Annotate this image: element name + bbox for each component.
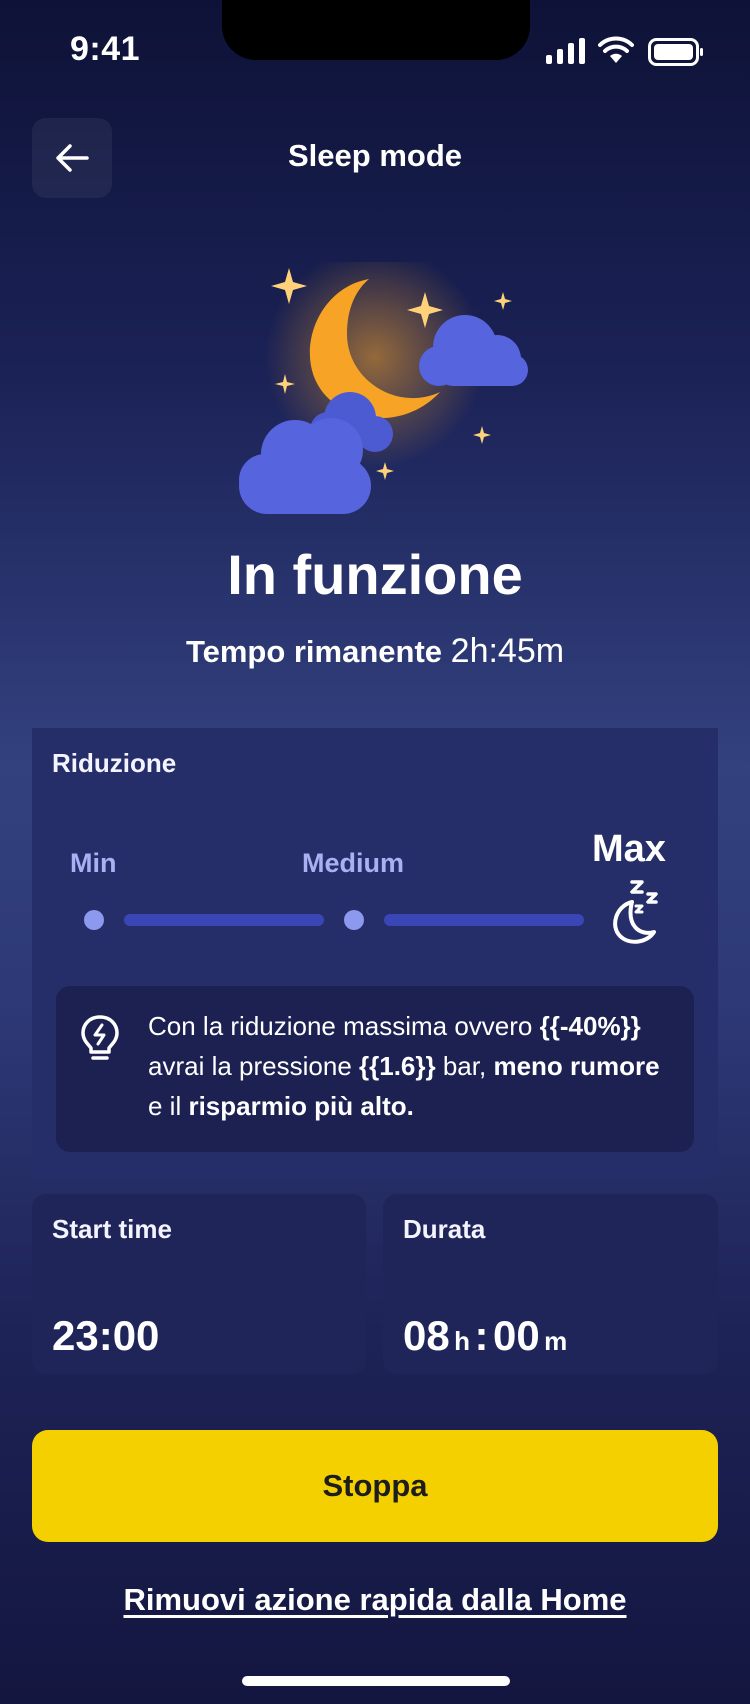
sleep-moon-icon[interactable] xyxy=(602,878,666,948)
remaining-time: Tempo rimanente 2h:45m xyxy=(0,632,750,671)
tip-text-2: avrai la pressione xyxy=(148,1051,359,1081)
bulb-icon xyxy=(81,1015,119,1060)
tip-text-3: bar, xyxy=(435,1051,494,1081)
stop-button[interactable]: Stoppa xyxy=(32,1430,718,1542)
tip-text-4: e il xyxy=(148,1091,189,1121)
duration-hours-unit: h xyxy=(454,1326,471,1356)
level-track-2 xyxy=(384,914,584,926)
remaining-value: 2h:45m xyxy=(450,632,565,670)
device-notch xyxy=(222,0,530,60)
level-min-label[interactable]: Min xyxy=(70,848,117,879)
level-min-dot[interactable] xyxy=(84,910,104,930)
start-time-card[interactable]: Start time 23:00 xyxy=(32,1194,366,1374)
reduction-label: Riduzione xyxy=(52,748,177,778)
duration-card[interactable]: Durata 08 h : 00 m xyxy=(383,1194,718,1374)
level-track-1 xyxy=(124,914,324,926)
tip-reduction-value: {{-40%}} xyxy=(539,1011,641,1041)
tip-text-1: Con la riduzione massima ovvero xyxy=(148,1011,540,1041)
duration-minutes-unit: m xyxy=(544,1326,568,1356)
start-time-value: 23:00 xyxy=(52,1312,160,1359)
page-title: Sleep mode xyxy=(288,138,462,173)
tip-text: Con la riduzione massima ovvero {{-40%}}… xyxy=(148,1006,678,1126)
reduction-tip: Con la riduzione massima ovvero {{-40%}}… xyxy=(56,986,694,1152)
level-medium-label[interactable]: Medium xyxy=(302,848,404,879)
duration-minutes: 00 xyxy=(492,1312,540,1359)
duration-label: Durata xyxy=(403,1214,486,1244)
duration-hours: 08 xyxy=(403,1312,450,1359)
duration-value: 08 h : 00 m xyxy=(403,1312,567,1360)
battery-icon xyxy=(648,38,703,66)
duration-separator: : xyxy=(474,1312,489,1359)
start-time-label: Start time xyxy=(52,1214,172,1244)
tip-saving: risparmio più alto. xyxy=(188,1091,414,1121)
remove-quick-action-link[interactable]: Rimuovi azione rapida dalla Home xyxy=(0,1582,750,1618)
status-time: 9:41 xyxy=(70,30,141,68)
tip-noise: meno rumore xyxy=(493,1051,660,1081)
moon-clouds-illustration xyxy=(239,262,528,514)
remaining-label: Tempo rimanente xyxy=(185,634,443,669)
wifi-icon xyxy=(598,36,634,63)
level-max-label[interactable]: Max xyxy=(592,828,666,871)
tip-pressure-value: {{1.6}} xyxy=(359,1051,436,1081)
home-indicator[interactable] xyxy=(242,1676,510,1686)
signal-icon xyxy=(546,38,585,64)
status-title: In funzione xyxy=(227,543,523,606)
level-medium-dot[interactable] xyxy=(344,910,364,930)
